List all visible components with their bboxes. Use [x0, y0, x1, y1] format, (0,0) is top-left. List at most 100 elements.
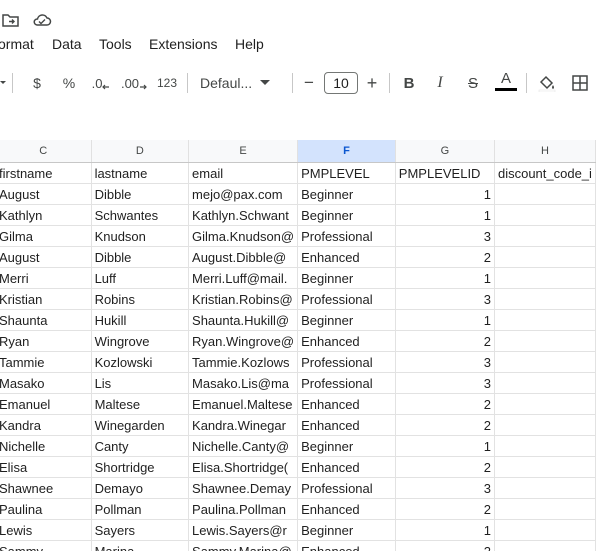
cell[interactable] — [494, 204, 597, 226]
cell[interactable]: Pollman — [91, 498, 190, 520]
column-header-d[interactable]: D — [91, 140, 190, 163]
cell[interactable]: Kristian — [0, 288, 92, 310]
cell[interactable]: August — [0, 246, 92, 268]
decrease-font-size-button[interactable]: − — [300, 64, 318, 102]
menu-help[interactable]: Help — [235, 36, 264, 52]
increase-font-size-button[interactable]: + — [363, 64, 381, 102]
cell[interactable] — [494, 267, 597, 289]
cell[interactable]: Shawnee.Demay — [188, 477, 299, 499]
cell[interactable]: Winegarden — [91, 414, 190, 436]
cell[interactable]: 3 — [395, 477, 495, 499]
cell[interactable]: Merri — [0, 267, 92, 289]
cell[interactable] — [494, 225, 597, 247]
cell[interactable]: Enhanced — [297, 246, 396, 268]
cell[interactable]: Knudson — [91, 225, 190, 247]
fill-color-button[interactable] — [537, 64, 557, 102]
cell[interactable] — [494, 330, 597, 352]
cell[interactable] — [494, 288, 597, 310]
menu-tools[interactable]: Tools — [99, 36, 132, 52]
decrease-decimal-button[interactable]: .0 — [88, 64, 114, 102]
move-to-folder-icon[interactable] — [2, 12, 20, 33]
cell[interactable] — [494, 246, 597, 268]
cell[interactable] — [494, 393, 597, 415]
cell[interactable]: 1 — [395, 183, 495, 205]
cell[interactable]: 1 — [395, 519, 495, 541]
paint-format-edge-icon[interactable] — [0, 64, 6, 102]
more-formats-button[interactable]: 123 — [155, 64, 179, 102]
cell[interactable] — [494, 540, 597, 551]
cell[interactable]: Beginner — [297, 309, 396, 331]
cell[interactable]: Lis — [91, 372, 190, 394]
cell[interactable]: Merri.Luff@mail. — [188, 267, 299, 289]
header-cell[interactable]: PMPLEVELID — [395, 162, 495, 184]
cell[interactable]: Professional — [297, 477, 396, 499]
cell[interactable] — [494, 351, 597, 373]
cell[interactable]: Tammie.Kozlows — [188, 351, 299, 373]
cell[interactable] — [494, 477, 597, 499]
formula-bar[interactable] — [0, 110, 600, 138]
cell[interactable]: 1 — [395, 309, 495, 331]
bold-button[interactable]: B — [398, 64, 420, 102]
column-header-g[interactable]: G — [395, 140, 495, 163]
cell[interactable]: Sayers — [91, 519, 190, 541]
cell[interactable]: 1 — [395, 267, 495, 289]
cell[interactable]: Shortridge — [91, 456, 190, 478]
cell[interactable]: Marina — [91, 540, 190, 551]
cell[interactable]: August — [0, 183, 92, 205]
cell[interactable]: Gilma — [0, 225, 92, 247]
cell[interactable]: Enhanced — [297, 330, 396, 352]
header-cell[interactable]: discount_code_i — [494, 162, 597, 184]
cell[interactable]: Shaunta.Hukill@ — [188, 309, 299, 331]
cell[interactable]: Kandra.Winegar — [188, 414, 299, 436]
menu-data[interactable]: Data — [52, 36, 82, 52]
cell[interactable]: Professional — [297, 372, 396, 394]
cell[interactable]: Lewis.Sayers@r — [188, 519, 299, 541]
italic-button[interactable]: I — [429, 64, 451, 102]
cell[interactable] — [494, 414, 597, 436]
cell[interactable]: Enhanced — [297, 393, 396, 415]
cell[interactable]: Wingrove — [91, 330, 190, 352]
cell[interactable]: 3 — [395, 372, 495, 394]
cell[interactable]: 3 — [395, 351, 495, 373]
cell[interactable] — [494, 435, 597, 457]
cell[interactable]: Tammie — [0, 351, 92, 373]
cell[interactable] — [494, 309, 597, 331]
cell[interactable]: 1 — [395, 435, 495, 457]
cell[interactable]: Kandra — [0, 414, 92, 436]
cell[interactable]: Enhanced — [297, 540, 396, 551]
header-cell[interactable]: PMPLEVEL — [297, 162, 396, 184]
text-color-button[interactable]: A — [494, 64, 518, 102]
cell[interactable] — [494, 372, 597, 394]
cell[interactable]: Sammy.Marina@ — [188, 540, 299, 551]
cell[interactable]: Enhanced — [297, 498, 396, 520]
cell[interactable] — [494, 456, 597, 478]
cell[interactable]: Paulina.Pollman — [188, 498, 299, 520]
cell[interactable]: Elisa — [0, 456, 92, 478]
cell[interactable]: 2 — [395, 498, 495, 520]
cell[interactable]: Lewis — [0, 519, 92, 541]
cell[interactable]: Elisa.Shortridge( — [188, 456, 299, 478]
cell[interactable]: 2 — [395, 456, 495, 478]
column-header-c[interactable]: C — [0, 140, 92, 163]
column-header-e[interactable]: E — [188, 140, 299, 163]
cell[interactable]: Kathlyn — [0, 204, 92, 226]
cell[interactable]: Beginner — [297, 519, 396, 541]
cell[interactable]: Luff — [91, 267, 190, 289]
cell[interactable]: mejo@pax.com — [188, 183, 299, 205]
cell[interactable] — [494, 498, 597, 520]
cell[interactable]: August.Dibble@ — [188, 246, 299, 268]
cell[interactable] — [494, 519, 597, 541]
cell[interactable]: Professional — [297, 225, 396, 247]
cell[interactable]: Enhanced — [297, 456, 396, 478]
cell[interactable]: 3 — [395, 288, 495, 310]
cell[interactable]: 2 — [395, 246, 495, 268]
cell[interactable]: 2 — [395, 330, 495, 352]
percent-format-button[interactable]: % — [58, 64, 80, 102]
cell[interactable] — [494, 183, 597, 205]
cell[interactable]: Sammy — [0, 540, 92, 551]
cell[interactable]: Enhanced — [297, 414, 396, 436]
borders-button[interactable] — [570, 64, 590, 102]
cell[interactable]: Kristian.Robins@ — [188, 288, 299, 310]
cell[interactable]: Beginner — [297, 267, 396, 289]
cell[interactable]: Demayo — [91, 477, 190, 499]
